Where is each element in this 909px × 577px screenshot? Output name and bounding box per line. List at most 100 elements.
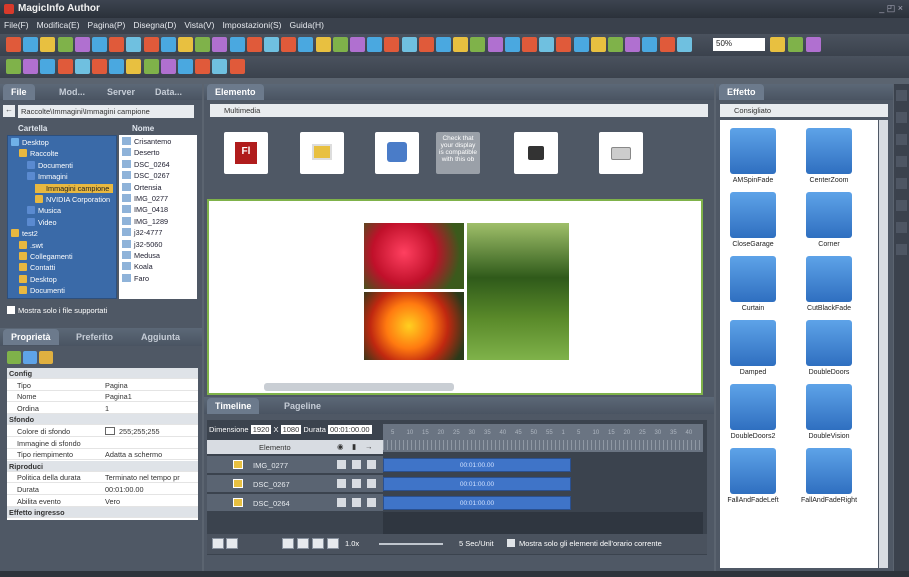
file-item[interactable]: Koala [122,262,153,271]
menu-item-4[interactable]: Vista(V) [180,18,218,32]
menu-item-3[interactable]: Disegna(D) [129,18,180,32]
toolbar-icon-6[interactable] [109,37,125,52]
toolbar-icon-23[interactable] [401,37,417,52]
toolbar-icon-22[interactable] [384,37,400,52]
toolbar-icon-11[interactable] [195,37,211,52]
tree-item[interactable]: test2 [11,229,38,238]
toolbar-icon-3[interactable] [57,37,73,52]
path-field[interactable]: Raccolte\Immagini\Immagini campione [18,105,194,118]
toolbar-icon-36[interactable] [625,37,641,52]
text-style-icon[interactable] [896,134,907,145]
effect-fallandfadeleft-icon[interactable] [730,448,776,494]
draw-tool-icon-6[interactable] [109,59,125,74]
timeline-bar[interactable]: 00:01:00.00 [383,458,571,472]
effect-doubledoors-icon[interactable] [806,320,852,366]
row-arrow-icon[interactable] [367,498,376,507]
flower-image-red[interactable] [364,223,464,289]
file-list[interactable]: Crisantemo Deserto DSC_0264 DSC_0267 Ortensi… [119,135,197,299]
toolbar-icon-20[interactable] [350,37,365,52]
prop-tab-2[interactable]: Aggiunta [133,329,188,345]
draw-tool-icon-9[interactable] [160,59,176,74]
timeline-row[interactable]: IMG_0277 [207,456,383,474]
palette-icon[interactable] [23,351,37,364]
text-style-icon[interactable] [896,222,907,233]
draw-tool-icon-12[interactable] [212,59,228,74]
property-row[interactable]: Abilita evento Vero [7,496,198,507]
row-lock-icon[interactable] [352,479,361,488]
tree-item[interactable]: Desktop [19,274,57,284]
toolbar-icon-5[interactable] [92,37,107,52]
property-row[interactable]: Tipo riempimento Adatta a schermo [7,449,198,461]
property-value[interactable]: 1 [105,404,109,413]
play-icon[interactable] [297,538,309,549]
tab-3[interactable]: Data... [147,84,190,100]
file-item[interactable]: Ortensia [122,182,162,192]
draw-tool-icon-4[interactable] [74,59,90,74]
draw-tool-icon-3[interactable] [57,59,73,74]
property-value[interactable]: Vero [105,497,120,506]
property-value[interactable]: Pagina [105,381,128,390]
first-frame-icon[interactable] [282,538,294,549]
toolbar-icon-18[interactable] [315,37,331,52]
add-icon[interactable] [212,538,224,549]
file-item[interactable]: DSC_0267 [122,171,170,180]
toolbar-icon-33[interactable] [573,37,589,52]
text-style-icon[interactable] [896,156,907,167]
effect-category-select[interactable]: Consigliato [720,104,888,117]
draw-tool-icon-0[interactable] [6,59,21,74]
color-swatch[interactable] [105,427,115,435]
tree-item[interactable]: Immagini campione [35,183,114,193]
toolbar-icon-32[interactable] [556,37,572,52]
tree-item[interactable]: Collegamenti [19,252,73,261]
draw-tool-icon-10[interactable] [178,59,193,74]
category-view-icon[interactable] [7,351,21,364]
toolbar-icon-r0[interactable] [770,37,785,52]
effect-doubledoors2-icon[interactable] [730,384,776,430]
toolbar-icon-31[interactable] [539,37,555,52]
row-visible-icon[interactable] [337,479,346,488]
toolbar-icon-8[interactable] [143,37,159,52]
toolbar-icon-r1[interactable] [788,37,803,52]
window-controls[interactable]: _ ◰ × [879,3,903,14]
video-element[interactable] [375,132,419,174]
prop-tab-1[interactable]: Preferito [68,329,121,345]
element-category-select[interactable]: Multimedia [210,104,708,117]
tab-0[interactable]: File [3,84,35,100]
file-item[interactable]: Faro [122,273,149,283]
draw-tool-icon-2[interactable] [40,59,56,74]
toolbar-icon-30[interactable] [522,37,537,52]
camera-element[interactable] [599,132,643,174]
visibility-icon[interactable]: ◉ [337,442,344,451]
row-lock-icon[interactable] [352,460,361,469]
prop-tab-0[interactable]: Proprietà [3,329,59,345]
tree-item[interactable]: Contatti [19,263,55,272]
tab-2[interactable]: Server [99,84,143,100]
effect-damped-icon[interactable] [730,320,776,366]
toolbar-icon-26[interactable] [453,37,469,52]
lock-icon[interactable]: ▮ [352,442,356,451]
effect-cutblackfade-icon[interactable] [806,256,852,302]
tree-item[interactable]: NVIDIA Corporation [35,195,110,204]
stop-icon[interactable] [312,538,324,549]
back-icon[interactable]: ← [3,105,15,117]
arrow-icon[interactable]: → [365,442,373,451]
toolbar-icon-2[interactable] [40,37,56,52]
toolbar-icon-28[interactable] [487,37,503,52]
flash-element[interactable]: Fl [224,132,268,174]
property-row[interactable]: Immagine di sfondo [7,438,198,449]
tree-item[interactable]: Musica [27,206,61,215]
file-item[interactable]: j32-4777 [122,228,162,237]
effect-corner-icon[interactable] [806,192,852,238]
timeline-bar[interactable]: 00:01:00.00 [383,477,571,491]
row-visible-icon[interactable] [337,460,346,469]
effect-curtain-icon[interactable] [730,256,776,302]
property-row[interactable]: Colore di sfondo 255;255;255 [7,426,198,437]
draw-tool-icon-5[interactable] [92,59,107,74]
toolbar-icon-10[interactable] [178,37,193,52]
toolbar-icon-0[interactable] [6,37,21,52]
toolbar-icon-1[interactable] [23,37,39,52]
file-item[interactable]: j32-5060 [122,239,162,249]
effect-closegarage-icon[interactable] [730,192,776,238]
time-ruler[interactable]: 5 10 15 20 25 30 35 40 45 50 55 1 5 10 15 20 25 30 35 40 [383,424,703,452]
menu-item-5[interactable]: Impostazioni(S) [218,18,285,32]
